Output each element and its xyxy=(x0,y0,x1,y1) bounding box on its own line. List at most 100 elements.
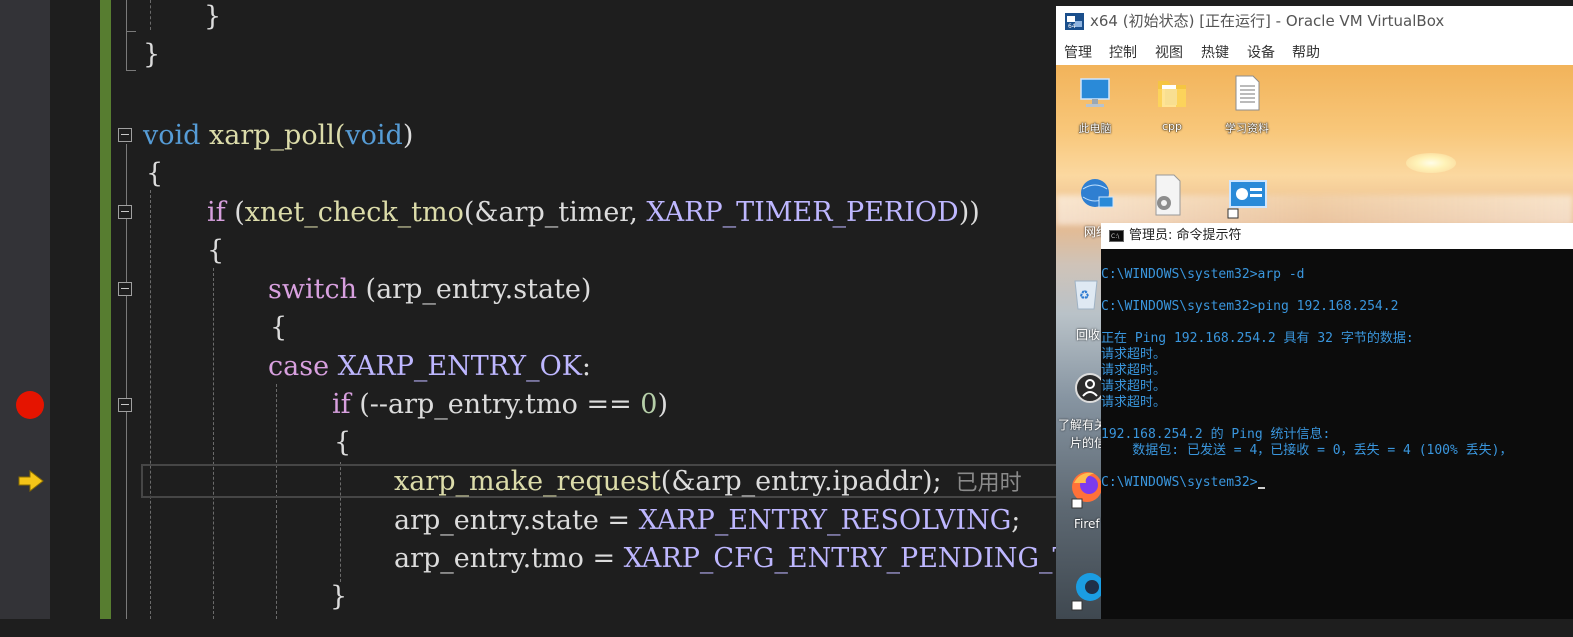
desktop-icon-label: cpp xyxy=(1161,120,1182,133)
brace: } xyxy=(204,1,222,32)
desktop-icon-label: 了解有关 xyxy=(1058,418,1107,432)
cmd-line: 请求超时。 xyxy=(1101,379,1167,394)
menu-devices[interactable]: 设备 xyxy=(1247,42,1275,62)
expression: (--arp_entry.tmo == xyxy=(350,389,641,420)
argument: (&arp_timer, xyxy=(463,197,647,228)
keyword: if xyxy=(207,197,226,228)
vbox-menu-bar: 管理 控制 视图 热键 设备 帮助 xyxy=(1056,36,1573,66)
desktop-icon-label: 回收 xyxy=(1076,328,1101,342)
menu-help[interactable]: 帮助 xyxy=(1292,42,1320,62)
fold-end xyxy=(126,70,136,71)
code-line: } xyxy=(143,36,160,74)
brace: { xyxy=(270,312,288,343)
function-name: xarp_poll( xyxy=(200,120,346,151)
vbox-title-text: x64 (初始状态) [正在运行] - Oracle VM VirtualBox xyxy=(1090,12,1445,30)
collapse-icon[interactable] xyxy=(118,282,132,296)
code-line: { xyxy=(207,232,224,270)
code-line-if: if (xnet_check_tmo(&arp_timer, XARP_TIME… xyxy=(207,194,980,232)
svg-text:64: 64 xyxy=(1068,23,1076,30)
menu-view[interactable]: 视图 xyxy=(1155,42,1183,62)
collapse-icon[interactable] xyxy=(118,128,132,142)
firefox-icon[interactable] xyxy=(1070,469,1104,509)
collapse-icon[interactable] xyxy=(118,205,132,219)
vbox-title-bar[interactable]: 64 x64 (初始状态) [正在运行] - Oracle VM Virtual… xyxy=(1056,6,1573,36)
menu-control[interactable]: 控制 xyxy=(1109,42,1137,62)
keyword: void xyxy=(345,120,403,151)
desktop-icon-cpp[interactable]: cpp xyxy=(1135,73,1209,133)
macro: XARP_TIMER_PERIOD xyxy=(646,197,959,228)
code-line-function-decl: void xarp_poll(void) xyxy=(143,117,413,155)
menu-hotkeys[interactable]: 热键 xyxy=(1201,42,1229,62)
brace: } xyxy=(143,39,161,70)
keyword: case xyxy=(268,351,330,382)
number: 0 xyxy=(640,389,658,420)
change-tracking-bar xyxy=(100,0,111,619)
indent-guide xyxy=(150,0,151,30)
document-icon xyxy=(1235,75,1260,111)
cmd-line: C:\WINDOWS\system32>arp -d xyxy=(1101,267,1305,282)
cmd-line: 正在 Ping 192.168.254.2 具有 32 字节的数据: xyxy=(1101,331,1414,346)
desktop-icon-label: Firef xyxy=(1074,517,1100,531)
settings-file-icon[interactable] xyxy=(1148,173,1188,217)
code-line: arp_entry.state = XARP_ENTRY_RESOLVING; xyxy=(394,502,1020,540)
breakpoint-icon[interactable] xyxy=(16,391,44,419)
editor-left-edge xyxy=(0,0,8,619)
menu-manage[interactable]: 管理 xyxy=(1064,42,1092,62)
cmd-icon xyxy=(1109,224,1124,250)
punctuation: )) xyxy=(958,197,980,228)
collapse-icon[interactable] xyxy=(118,398,132,412)
code-line: { xyxy=(334,424,351,462)
cmd-line xyxy=(1101,315,1573,331)
macro: XARP_ENTRY_RESOLVING xyxy=(638,505,1012,536)
code-line: } xyxy=(204,0,221,36)
punctuation: ) xyxy=(657,389,669,420)
expression: arp_entry.tmo = xyxy=(394,543,624,574)
cmd-line xyxy=(1101,459,1573,475)
cmd-line: C:\WINDOWS\system32>ping 192.168.254.2 xyxy=(1101,299,1399,314)
brace: { xyxy=(146,158,164,189)
code-line: } xyxy=(330,578,347,616)
cmd-prompt-line[interactable]: C:\WINDOWS\system32> xyxy=(1101,475,1573,491)
cmd-output[interactable]: C:\WINDOWS\system32>arp -d C:\WINDOWS\sy… xyxy=(1101,249,1573,637)
macro: XARP_CFG_ENTRY_PENDING_TMO xyxy=(623,543,1121,574)
brace: { xyxy=(207,235,225,266)
cmd-line xyxy=(1101,411,1573,427)
fold-end xyxy=(126,31,136,32)
function-call: xarp_make_request xyxy=(394,466,661,497)
desktop-icon-this-pc[interactable]: 此电脑 xyxy=(1058,73,1132,136)
text-cursor xyxy=(1257,487,1265,489)
cmd-title-text: 管理员: 命令提示符 xyxy=(1129,228,1242,243)
cmd-line: 数据包: 已发送 = 4，已接收 = 0，丢失 = 4 (100% 丢失)， xyxy=(1101,443,1513,458)
desktop-icon-network[interactable] xyxy=(1058,175,1132,222)
glyph-margin[interactable] xyxy=(8,0,50,619)
expression: (arp_entry.state) xyxy=(356,274,592,305)
computer-icon xyxy=(1080,78,1110,107)
svg-text:♻: ♻ xyxy=(1079,288,1090,302)
macro: XARP_ENTRY_OK xyxy=(337,351,582,382)
cmd-line: 请求超时。 xyxy=(1101,347,1167,362)
fold-guide xyxy=(126,0,127,70)
edge-icon[interactable] xyxy=(1070,565,1104,619)
wallpaper-clouds xyxy=(1056,195,1573,225)
punctuation: ( xyxy=(225,197,245,228)
keyword: if xyxy=(332,389,351,420)
recycle-bin-icon[interactable]: ♻ xyxy=(1072,275,1100,311)
folder-icon xyxy=(1158,81,1186,107)
perf-tip: 已用时 xyxy=(941,471,1022,496)
punctuation: : xyxy=(581,351,591,382)
presentation-icon[interactable] xyxy=(1226,177,1270,219)
desktop-icon-study-materials[interactable]: 学习资料 xyxy=(1210,73,1284,136)
punctuation: ) xyxy=(402,120,414,151)
wallpaper-sun xyxy=(1406,153,1456,173)
command-prompt-window[interactable]: 管理员: 命令提示符 C:\WINDOWS\system32>arp -d C:… xyxy=(1101,223,1573,619)
current-statement-arrow-icon xyxy=(18,470,44,492)
code-line-switch: switch (arp_entry.state) xyxy=(268,271,591,309)
argument: (&arp_entry.ipaddr); xyxy=(660,466,942,497)
cmd-prompt: C:\WINDOWS\system32> xyxy=(1101,475,1258,490)
cmd-title-bar[interactable]: 管理员: 命令提示符 xyxy=(1101,223,1573,250)
cmd-line xyxy=(1101,283,1573,299)
code-line-if-tmo: if (--arp_entry.tmo == 0) xyxy=(332,386,668,424)
desktop-icon-label: 学习资料 xyxy=(1225,122,1269,135)
cmd-line: 请求超时。 xyxy=(1101,363,1167,378)
